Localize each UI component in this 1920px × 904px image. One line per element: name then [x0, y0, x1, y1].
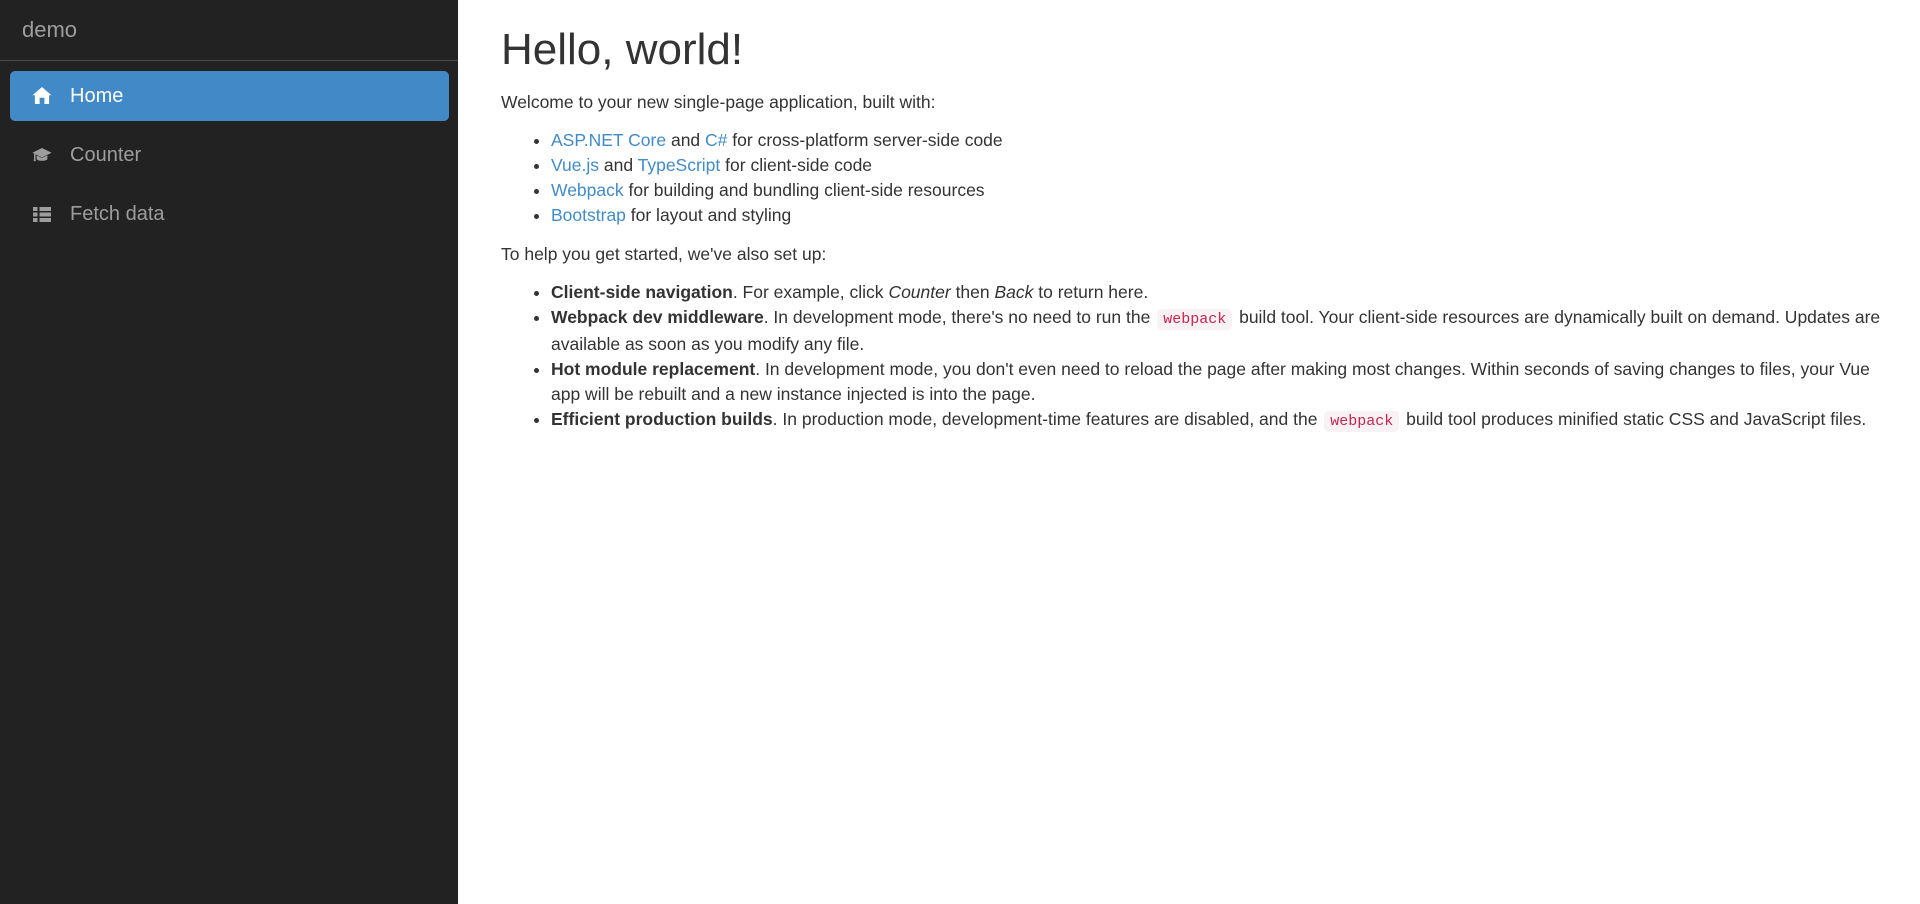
list-item: Webpack for building and bundling client…	[551, 178, 1893, 203]
italic-text: Back	[994, 281, 1034, 302]
code-snippet: webpack	[1157, 308, 1233, 330]
text-segment: and	[666, 129, 706, 150]
code-snippet: webpack	[1324, 410, 1400, 432]
intro-paragraph: Welcome to your new single-page applicat…	[501, 91, 936, 112]
th-list-icon	[31, 203, 53, 225]
setup-paragraph: To help you get started, we've also set …	[501, 243, 827, 264]
sidebar-item-fetch-data[interactable]: Fetch data	[10, 189, 449, 239]
list-item: Vue.js and TypeScript for client-side co…	[551, 153, 1893, 178]
list-item: Hot module replacement. In development m…	[551, 357, 1893, 407]
sidebar-item-label: Fetch data	[70, 202, 165, 225]
text-segment: for building and bundling client-side re…	[623, 179, 985, 200]
app-window: demo Home Counter Fetch data Hello, worl…	[0, 0, 1920, 904]
sidebar-item-home[interactable]: Home	[10, 71, 449, 121]
tech-list: ASP.NET Core and C# for cross-platform s…	[501, 128, 1893, 228]
sidebar-item-counter[interactable]: Counter	[10, 130, 449, 180]
text-segment: then	[950, 281, 995, 302]
inline-link[interactable]: Webpack	[551, 180, 624, 200]
text-segment: for client-side code	[720, 154, 873, 175]
text-segment: to return here.	[1033, 281, 1149, 302]
bold-text: Hot module replacement	[551, 358, 756, 379]
home-icon	[31, 85, 53, 107]
app-brand-link[interactable]: demo	[22, 17, 77, 43]
inline-link[interactable]: Vue.js	[551, 155, 599, 175]
inline-link[interactable]: Bootstrap	[551, 205, 626, 225]
setup-list: Client-side navigation. For example, cli…	[501, 280, 1893, 434]
text-segment: for cross-platform server-side code	[727, 129, 1003, 150]
text-segment: . For example, click	[732, 281, 889, 302]
sidebar-header: demo	[0, 0, 458, 61]
inline-link[interactable]: ASP.NET Core	[551, 130, 666, 150]
text-segment: . In development mode, there's no need t…	[763, 306, 1156, 327]
bold-text: Client-side navigation	[551, 281, 733, 302]
list-item: Bootstrap for layout and styling	[551, 203, 1893, 228]
page-title: Hello, world!	[501, 25, 744, 74]
bold-text: Efficient production builds	[551, 408, 773, 429]
sidebar: demo Home Counter Fetch data	[0, 0, 458, 904]
bold-text: Webpack dev middleware	[551, 306, 764, 327]
sidebar-nav: Home Counter Fetch data	[0, 71, 458, 239]
list-item: Client-side navigation. For example, cli…	[551, 280, 1893, 305]
sidebar-item-label: Home	[70, 84, 124, 107]
list-item: Efficient production builds. In producti…	[551, 407, 1893, 434]
text-segment: for layout and styling	[625, 204, 792, 225]
italic-text: Counter	[888, 281, 951, 302]
main-content: Hello, world! Welcome to your new single…	[458, 0, 1920, 904]
list-item: Webpack dev middleware. In development m…	[551, 305, 1893, 357]
text-segment: and	[599, 154, 638, 175]
inline-link[interactable]: TypeScript	[638, 155, 721, 175]
list-item: ASP.NET Core and C# for cross-platform s…	[551, 128, 1893, 153]
inline-link[interactable]: C#	[705, 130, 727, 150]
text-segment: build tool produces minified static CSS …	[1401, 408, 1867, 429]
sidebar-item-label: Counter	[70, 143, 142, 166]
graduation-cap-icon	[31, 144, 53, 166]
text-segment: . In production mode, development-time f…	[772, 408, 1323, 429]
